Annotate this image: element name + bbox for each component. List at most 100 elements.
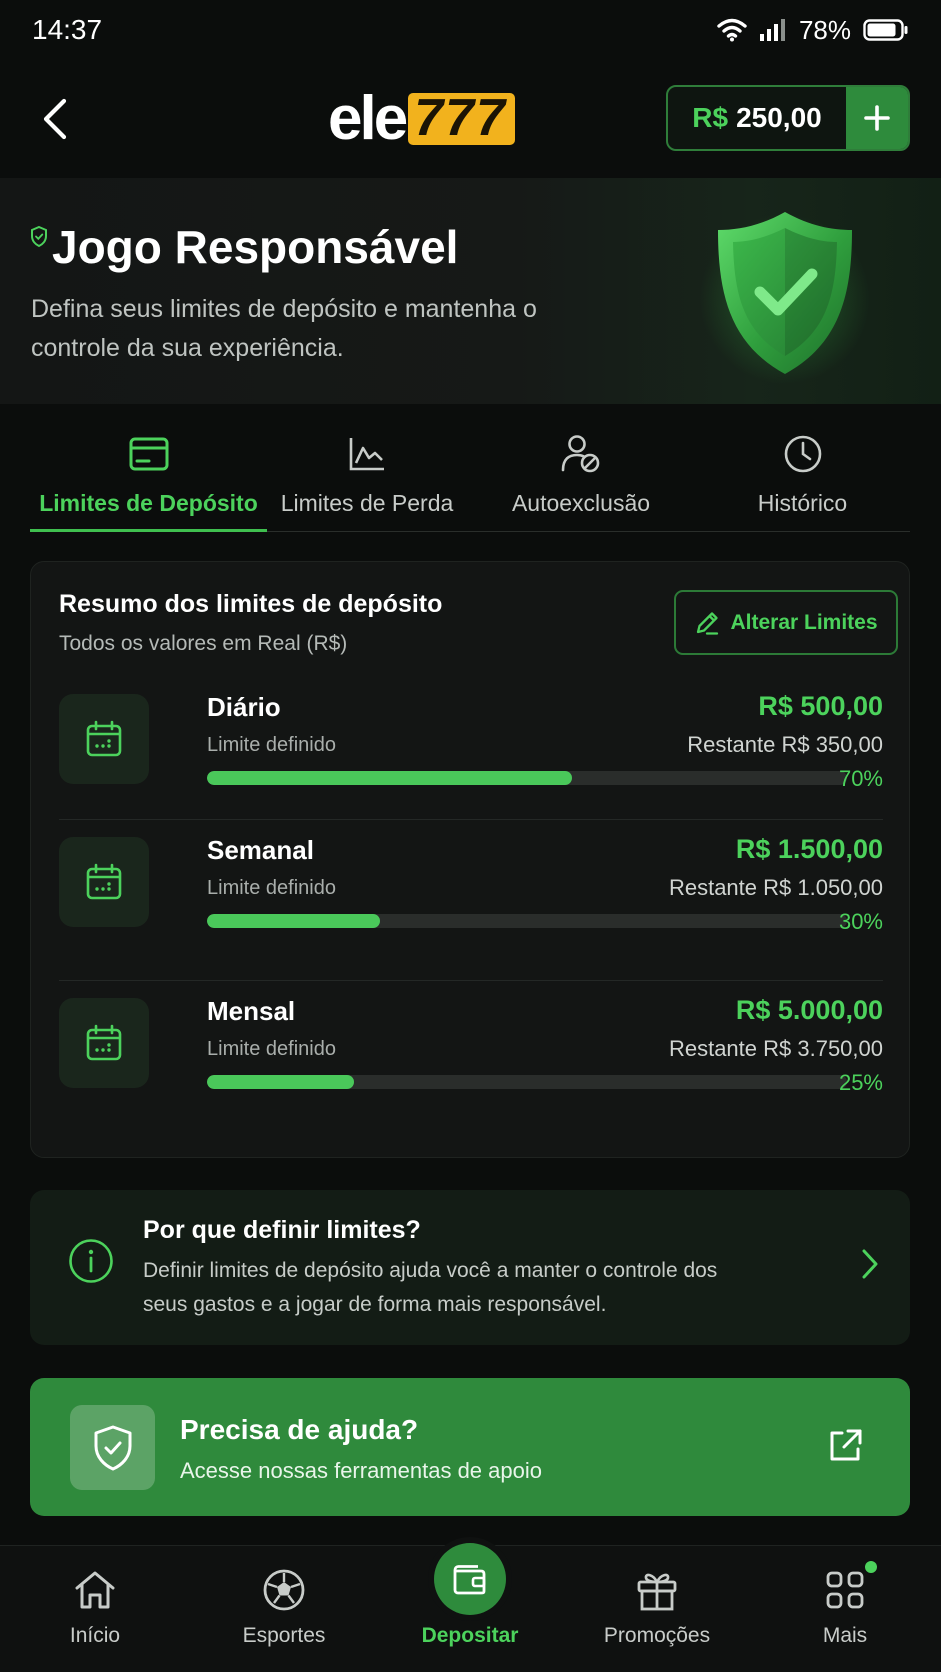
limit-name: Diário [207, 692, 281, 722]
limit-remaining: Restante R$ 350,00 [687, 732, 883, 757]
limit-status: Limite definido [207, 1038, 336, 1060]
limit-progress-bar [207, 771, 847, 785]
tab-limites-perda[interactable]: Limites de Perda [267, 430, 467, 531]
limit-value: R$ 1.500,00 [735, 834, 883, 864]
limit-name: Mensal [207, 996, 296, 1026]
notification-dot [865, 1561, 877, 1573]
tab-limites-deposito[interactable]: Limites de Depósito [30, 430, 267, 532]
limit-row-daily[interactable]: Diário Limite definido R$ 500,00 Restant… [59, 677, 883, 819]
status-bar: 14:37 78% [0, 0, 941, 60]
add-balance-button[interactable] [846, 87, 908, 149]
wifi-icon [717, 18, 747, 42]
nav-label: Depositar [421, 1624, 519, 1647]
edit-limits-button[interactable]: Alterar Limites [674, 590, 898, 655]
balance-widget: R$ 250,00 [666, 85, 910, 151]
home-icon [75, 1571, 115, 1609]
external-link-icon [830, 1429, 862, 1461]
limit-name: Semanal [207, 835, 314, 865]
deposit-limits-summary-card: Resumo dos limites de depósito Todos os … [30, 561, 910, 1158]
battery-percentage: 78% [798, 14, 851, 45]
limit-progress-fill [207, 771, 572, 785]
limit-progress-bar [207, 1075, 847, 1089]
limit-status: Limite definido [207, 877, 336, 899]
shield-check-icon [94, 1425, 131, 1470]
edit-limits-label: Alterar Limites [730, 610, 878, 634]
deposit-fab[interactable] [434, 1543, 506, 1615]
limit-percentage: 70% [838, 766, 883, 791]
limit-value: R$ 500,00 [758, 691, 883, 721]
balance-amount: 250,00 [736, 102, 822, 133]
page-title: Jogo Responsável [52, 221, 459, 273]
calendar-icon-box [59, 837, 149, 927]
status-time: 14:37 [32, 14, 103, 45]
limit-percentage: 25% [838, 1070, 883, 1095]
page-subtitle: Defina seus limites de depósito e manten… [31, 295, 537, 362]
limit-progress-bar [207, 914, 847, 928]
tab-label: Limites de Perda [280, 490, 454, 516]
info-icon [69, 1239, 113, 1283]
app-header: ele 777 R$ 250,00 [0, 78, 941, 158]
info-text: Definir limites de depósito ajuda você a… [143, 1259, 718, 1316]
tab-label: Autoexclusão [511, 490, 651, 516]
summary-title: Resumo dos limites de depósito [59, 590, 443, 618]
chevron-right-icon [862, 1249, 878, 1279]
balance-display[interactable]: R$ 250,00 [668, 87, 846, 149]
limit-percentage: 30% [838, 909, 883, 934]
calendar-icon [86, 863, 122, 900]
small-shield-icon [31, 226, 47, 248]
back-button[interactable] [28, 92, 82, 146]
why-limits-card[interactable]: Por que definir limites? Definir limites… [30, 1190, 910, 1345]
plus-icon [864, 105, 890, 131]
clock-icon [784, 435, 821, 473]
nav-inicio[interactable]: Início [15, 1546, 175, 1672]
limit-value: R$ 5.000,00 [735, 995, 883, 1025]
signal-icon [759, 19, 785, 41]
logo-number: 777 [408, 92, 515, 145]
help-banner[interactable]: Precisa de ajuda? Acesse nossas ferramen… [30, 1378, 910, 1516]
tab-autoexclusao[interactable]: Autoexclusão [467, 430, 695, 531]
nav-promocoes[interactable]: Promoções [577, 1546, 737, 1672]
hero-title-row: Jogo Responsável [30, 220, 458, 274]
nav-label: Início [69, 1624, 121, 1647]
responsible-gaming-hero: Jogo Responsável Defina seus limites de … [0, 178, 941, 404]
logo-text: ele [328, 84, 408, 153]
calendar-icon-box [59, 694, 149, 784]
tab-bar: Limites de Depósito Limites de Perda Aut… [30, 430, 910, 532]
nav-esportes[interactable]: Esportes [204, 1546, 364, 1672]
soccer-ball-icon [263, 1569, 305, 1611]
help-icon-box [70, 1405, 155, 1490]
chart-line-icon [349, 438, 384, 471]
limit-progress-fill [207, 1075, 355, 1089]
nav-mais[interactable]: Mais [765, 1546, 925, 1672]
calendar-icon-box [59, 998, 149, 1088]
grid-icon [826, 1571, 864, 1609]
pencil-icon [697, 611, 719, 635]
brand-logo[interactable]: ele 777 [328, 88, 515, 150]
shield-check-illustration [700, 212, 870, 384]
gift-icon [637, 1573, 677, 1611]
tab-label: Limites de Depósito [39, 490, 258, 516]
limit-status: Limite definido [207, 734, 336, 756]
battery-icon [863, 19, 908, 41]
nav-label: Promoções [603, 1624, 711, 1647]
nav-label: Mais [822, 1624, 868, 1647]
balance-currency: R$ [692, 102, 729, 133]
limit-row-monthly[interactable]: Mensal Limite definido R$ 5.000,00 Resta… [59, 980, 883, 1122]
calendar-icon [86, 1024, 122, 1061]
limit-row-weekly[interactable]: Semanal Limite definido R$ 1.500,00 Rest… [59, 819, 883, 961]
help-subtitle: Acesse nossas ferramentas de apoio [180, 1458, 542, 1483]
limit-remaining: Restante R$ 1.050,00 [668, 875, 883, 900]
user-block-icon [561, 435, 600, 473]
tab-label: Histórico [757, 490, 848, 516]
summary-subtitle: Todos os valores em Real (R$) [59, 632, 348, 655]
info-title: Por que definir limites? [143, 1216, 421, 1244]
limit-progress-fill [207, 914, 380, 928]
calendar-icon [86, 720, 122, 757]
card-icon [129, 437, 168, 471]
tab-historico[interactable]: Histórico [695, 430, 910, 531]
status-indicators: 78% [717, 15, 909, 46]
nav-label: Esportes [242, 1624, 326, 1647]
help-title: Precisa de ajuda? [180, 1414, 419, 1445]
chevron-left-icon [43, 98, 67, 140]
limit-remaining: Restante R$ 3.750,00 [668, 1036, 883, 1061]
